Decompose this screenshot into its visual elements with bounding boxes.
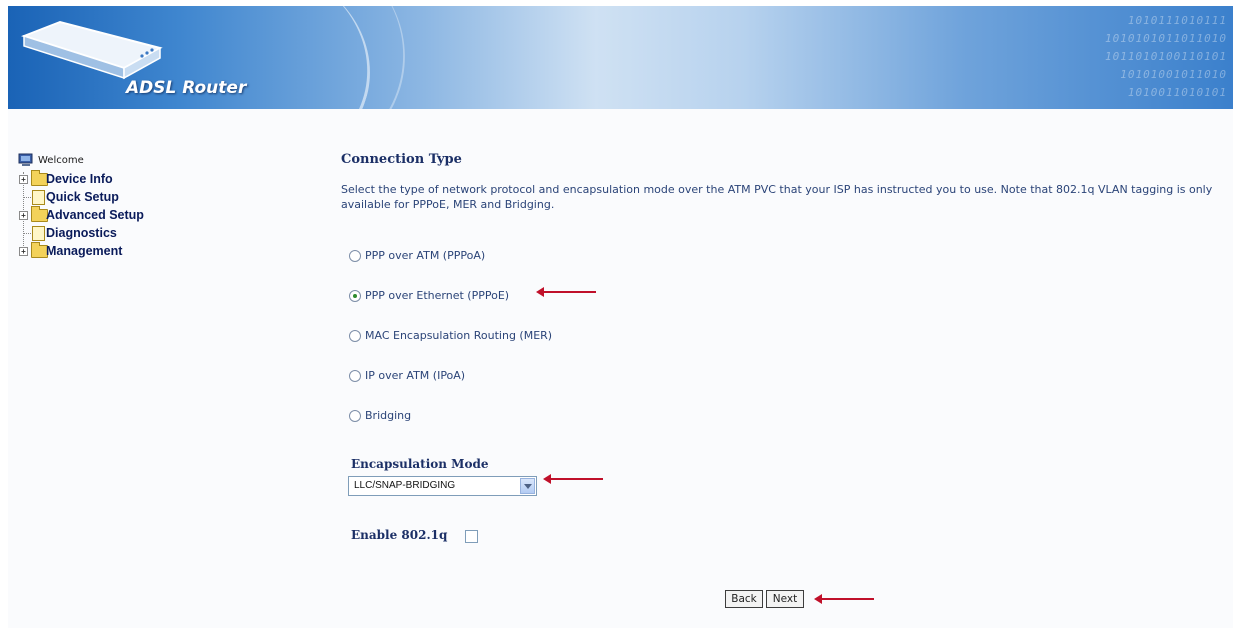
- nav-item-label: Device Info: [46, 172, 113, 186]
- radio-pppoe[interactable]: [349, 290, 361, 302]
- banner-binary-text: 10101001011010: [1120, 68, 1227, 81]
- banner-binary-text: 1010101011011010: [1105, 32, 1227, 45]
- page-frame: 1010111010111 1010101011011010 101101010…: [8, 6, 1233, 628]
- next-button[interactable]: Next: [766, 590, 804, 608]
- main-content: Connection Type Select the type of netwo…: [341, 152, 1221, 543]
- radio-ipoa[interactable]: [349, 370, 361, 382]
- option-label: MAC Encapsulation Routing (MER): [365, 329, 553, 342]
- page-title: Connection Type: [341, 152, 462, 167]
- encapsulation-mode-label: Encapsulation Mode: [351, 457, 489, 471]
- page-icon: [32, 190, 45, 205]
- banner-binary-text: 1011010100110101: [1105, 50, 1227, 63]
- page-icon: [32, 226, 45, 241]
- enable-8021q-label: Enable 802.1q: [351, 528, 448, 542]
- nav-welcome-label: Welcome: [38, 155, 84, 166]
- select-value: LLC/SNAP-BRIDGING: [354, 480, 456, 491]
- banner-binary-text: 1010011010101: [1127, 86, 1227, 99]
- tree-connector: [24, 197, 31, 198]
- option-label: PPP over ATM (PPPoA): [365, 249, 486, 262]
- tree-connector: [24, 233, 31, 234]
- nav-item-label: Management: [46, 244, 123, 258]
- nav-item-label: Diagnostics: [46, 226, 117, 240]
- option-label: Bridging: [365, 409, 412, 422]
- enable-8021q-checkbox[interactable]: [465, 530, 478, 543]
- option-label: IP over ATM (IPoA): [365, 369, 466, 382]
- expand-icon[interactable]: +: [19, 175, 28, 184]
- radio-pppoa[interactable]: [349, 250, 361, 262]
- header-banner: 1010111010111 1010101011011010 101101010…: [8, 6, 1233, 109]
- radio-mer[interactable]: [349, 330, 361, 342]
- nav-item-label: Quick Setup: [46, 190, 119, 204]
- expand-icon[interactable]: +: [19, 247, 28, 256]
- brand-name: ADSL Router: [126, 78, 247, 98]
- annotation-arrow-left-icon: [536, 287, 596, 297]
- encapsulation-mode-select[interactable]: LLC/SNAP-BRIDGING: [348, 476, 537, 496]
- annotation-arrow-left-icon: [543, 474, 603, 484]
- nav-item-label: Advanced Setup: [46, 208, 144, 222]
- router-icon: [21, 20, 163, 80]
- radio-bridging[interactable]: [349, 410, 361, 422]
- option-label: PPP over Ethernet (PPPoE): [365, 289, 510, 302]
- expand-icon[interactable]: +: [19, 211, 28, 220]
- banner-binary-text: 1010111010111: [1127, 14, 1227, 27]
- annotation-arrow-left-icon: [814, 594, 874, 604]
- page-description: Select the type of network protocol and …: [341, 183, 1213, 211]
- back-button[interactable]: Back: [725, 590, 763, 608]
- computer-icon: [18, 153, 33, 166]
- chevron-down-icon[interactable]: [520, 478, 535, 494]
